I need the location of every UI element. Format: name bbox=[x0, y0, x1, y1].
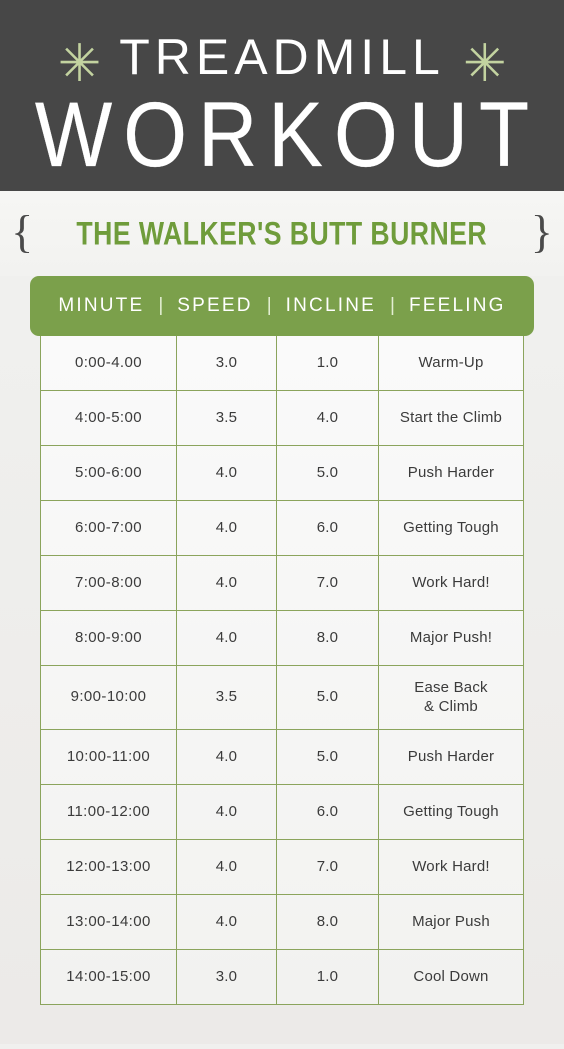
poster-root: ✳ TREADMILL ✳ WORKOUT { THE WALKER'S BUT… bbox=[0, 0, 564, 1044]
column-header-minute: MINUTE bbox=[58, 295, 145, 316]
workout-name: THE WALKER'S BUTT BURNER bbox=[76, 214, 488, 253]
cell-feeling: Major Push bbox=[378, 895, 523, 949]
table-row: 0:00-4.00 3.0 1.0 Warm-Up bbox=[41, 336, 523, 390]
hero-header: ✳ TREADMILL ✳ WORKOUT bbox=[0, 0, 564, 191]
table-row: 9:00-10:00 3.5 5.0 Ease Back & Climb bbox=[41, 665, 523, 729]
workout-table: MINUTE | SPEED | INCLINE | FEELING 0:00-… bbox=[30, 276, 534, 1005]
footer-spacer bbox=[0, 1005, 564, 1049]
column-header-speed: SPEED bbox=[177, 295, 253, 316]
title-row: ✳ TREADMILL ✳ bbox=[57, 29, 507, 94]
table-row: 10:00-11:00 4.0 5.0 Push Harder bbox=[41, 729, 523, 784]
cell-minute: 11:00-12:00 bbox=[66, 802, 151, 820]
cell-minute: 10:00-11:00 bbox=[66, 747, 151, 765]
cell-feeling: Start the Climb bbox=[378, 391, 523, 445]
cell-feeling: Major Push! bbox=[378, 611, 523, 665]
cell-speed: 3.0 bbox=[176, 336, 276, 390]
cell-speed: 4.0 bbox=[176, 840, 276, 894]
cell-incline: 1.0 bbox=[276, 336, 378, 390]
cell-incline: 7.0 bbox=[276, 556, 378, 610]
cell-feeling: Warm-Up bbox=[378, 336, 523, 390]
cell-feeling: Ease Back & Climb bbox=[378, 666, 523, 729]
header-separator-1: | bbox=[158, 295, 164, 316]
table-row: 14:00-15:00 3.0 1.0 Cool Down bbox=[41, 949, 523, 1004]
cell-minute: 6:00-7:00 bbox=[75, 518, 142, 536]
cell-minute: 5:00-6:00 bbox=[75, 463, 142, 481]
cell-incline: 8.0 bbox=[276, 611, 378, 665]
table-row: 5:00-6:00 4.0 5.0 Push Harder bbox=[41, 445, 523, 500]
cell-speed: 3.5 bbox=[176, 391, 276, 445]
subtitle-group: { THE WALKER'S BUTT BURNER } bbox=[11, 205, 553, 257]
cell-speed: 4.0 bbox=[176, 730, 276, 784]
page-subtitle-large: WORKOUT bbox=[34, 84, 541, 187]
cell-speed: 4.0 bbox=[176, 785, 276, 839]
cell-speed: 4.0 bbox=[176, 895, 276, 949]
cell-incline: 5.0 bbox=[276, 666, 378, 729]
cell-incline: 8.0 bbox=[276, 895, 378, 949]
cell-minute: 0:00-4.00 bbox=[75, 353, 142, 371]
cell-incline: 6.0 bbox=[276, 501, 378, 555]
cell-speed: 4.0 bbox=[176, 446, 276, 500]
table-row: 7:00-8:00 4.0 7.0 Work Hard! bbox=[41, 555, 523, 610]
cell-speed: 3.5 bbox=[176, 666, 276, 729]
brace-open: { bbox=[11, 205, 34, 257]
cell-minute: 9:00-10:00 bbox=[70, 688, 147, 706]
cell-speed: 4.0 bbox=[176, 556, 276, 610]
cell-incline: 1.0 bbox=[276, 950, 378, 1004]
cell-feeling: Getting Tough bbox=[378, 785, 523, 839]
cell-feeling: Getting Tough bbox=[378, 501, 523, 555]
table-row: 8:00-9:00 4.0 8.0 Major Push! bbox=[41, 610, 523, 665]
cell-feeling: Work Hard! bbox=[378, 556, 523, 610]
header-separator-2: | bbox=[266, 295, 272, 316]
cell-minute: 7:00-8:00 bbox=[75, 573, 142, 591]
page-title: TREADMILL bbox=[119, 29, 445, 85]
cell-minute: 14:00-15:00 bbox=[66, 967, 151, 985]
cell-feeling: Push Harder bbox=[378, 446, 523, 500]
subtitle-band: { THE WALKER'S BUTT BURNER } bbox=[0, 191, 564, 276]
header-separator-3: | bbox=[390, 295, 395, 316]
table-row: 6:00-7:00 4.0 6.0 Getting Tough bbox=[41, 500, 523, 555]
cell-minute: 8:00-9:00 bbox=[75, 628, 142, 646]
cell-minute: 12:00-13:00 bbox=[66, 857, 151, 875]
cell-incline: 4.0 bbox=[276, 391, 378, 445]
cell-feeling: Push Harder bbox=[378, 730, 523, 784]
table-row: 11:00-12:00 4.0 6.0 Getting Tough bbox=[41, 784, 523, 839]
column-header-feeling: FEELING bbox=[408, 295, 506, 316]
cell-feeling: Cool Down bbox=[378, 950, 523, 1004]
table-row: 13:00-14:00 4.0 8.0 Major Push bbox=[41, 894, 523, 949]
column-header-incline: INCLINE bbox=[285, 295, 377, 316]
cell-incline: 6.0 bbox=[276, 785, 378, 839]
cell-speed: 3.0 bbox=[176, 950, 276, 1004]
table-body: 0:00-4.00 3.0 1.0 Warm-Up 4:00-5:00 3.5 4.0 Sta… bbox=[40, 336, 524, 1005]
cell-speed: 4.0 bbox=[176, 611, 276, 665]
cell-speed: 4.0 bbox=[176, 501, 276, 555]
table-row: 4:00-5:00 3.5 4.0 Start the Climb bbox=[41, 390, 523, 445]
brace-close: } bbox=[530, 205, 553, 257]
table-header-row: MINUTE | SPEED | INCLINE | FEELING bbox=[30, 276, 534, 336]
hero-inner: ✳ TREADMILL ✳ WORKOUT bbox=[0, 0, 564, 181]
cell-incline: 7.0 bbox=[276, 840, 378, 894]
table-row: 12:00-13:00 4.0 7.0 Work Hard! bbox=[41, 839, 523, 894]
cell-minute: 4:00-5:00 bbox=[75, 408, 142, 426]
cell-incline: 5.0 bbox=[276, 730, 378, 784]
cell-feeling: Work Hard! bbox=[378, 840, 523, 894]
cell-minute: 13:00-14:00 bbox=[66, 912, 151, 930]
cell-incline: 5.0 bbox=[276, 446, 378, 500]
